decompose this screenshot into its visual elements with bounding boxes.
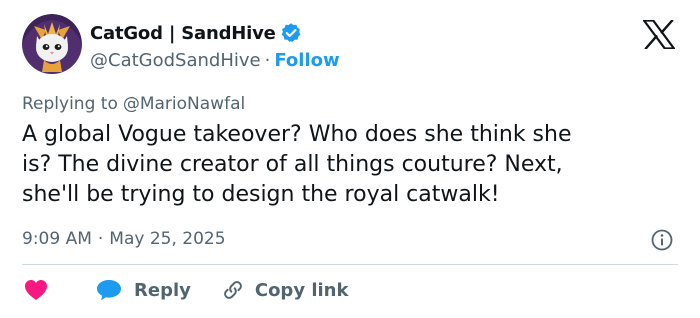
tweet-date[interactable]: May 25, 2025 <box>109 229 225 249</box>
handle-row: @CatGodSandHive · Follow <box>90 48 340 72</box>
heart-icon <box>25 280 47 300</box>
display-name[interactable]: CatGod | SandHive <box>90 23 276 44</box>
tweet-text: A global Vogue takeover? Who does she th… <box>22 122 572 207</box>
reply-context-prefix: Replying to <box>22 94 118 114</box>
action-bar: Reply Copy link <box>22 276 348 304</box>
info-icon[interactable] <box>650 228 674 252</box>
reply-button[interactable]: Reply <box>96 279 191 301</box>
separator-dot: · <box>264 49 271 71</box>
divider <box>22 264 678 265</box>
verified-badge-icon <box>281 23 301 42</box>
reply-label[interactable]: Reply <box>134 280 191 301</box>
copy-link-label[interactable]: Copy link <box>255 280 349 301</box>
x-logo-icon[interactable] <box>643 20 675 49</box>
copy-link-button[interactable]: Copy link <box>221 278 349 302</box>
reply-mention-link[interactable]: @MarioNawfal <box>123 94 245 114</box>
avatar[interactable] <box>22 14 82 74</box>
tweet-time[interactable]: 9:09 AM <box>22 229 92 249</box>
link-icon <box>224 281 242 299</box>
handle[interactable]: @CatGodSandHive <box>90 50 261 71</box>
author-name-row[interactable]: CatGod | SandHive <box>90 20 302 46</box>
follow-button[interactable]: Follow <box>274 50 339 71</box>
speech-bubble-icon <box>97 280 121 301</box>
like-button[interactable] <box>24 279 48 301</box>
timestamp[interactable]: 9:09 AM · May 25, 2025 <box>22 228 226 250</box>
cat-god-avatar-icon <box>22 14 82 74</box>
reply-context: Replying to @MarioNawfal <box>22 93 245 115</box>
separator-dot: · <box>97 229 104 249</box>
